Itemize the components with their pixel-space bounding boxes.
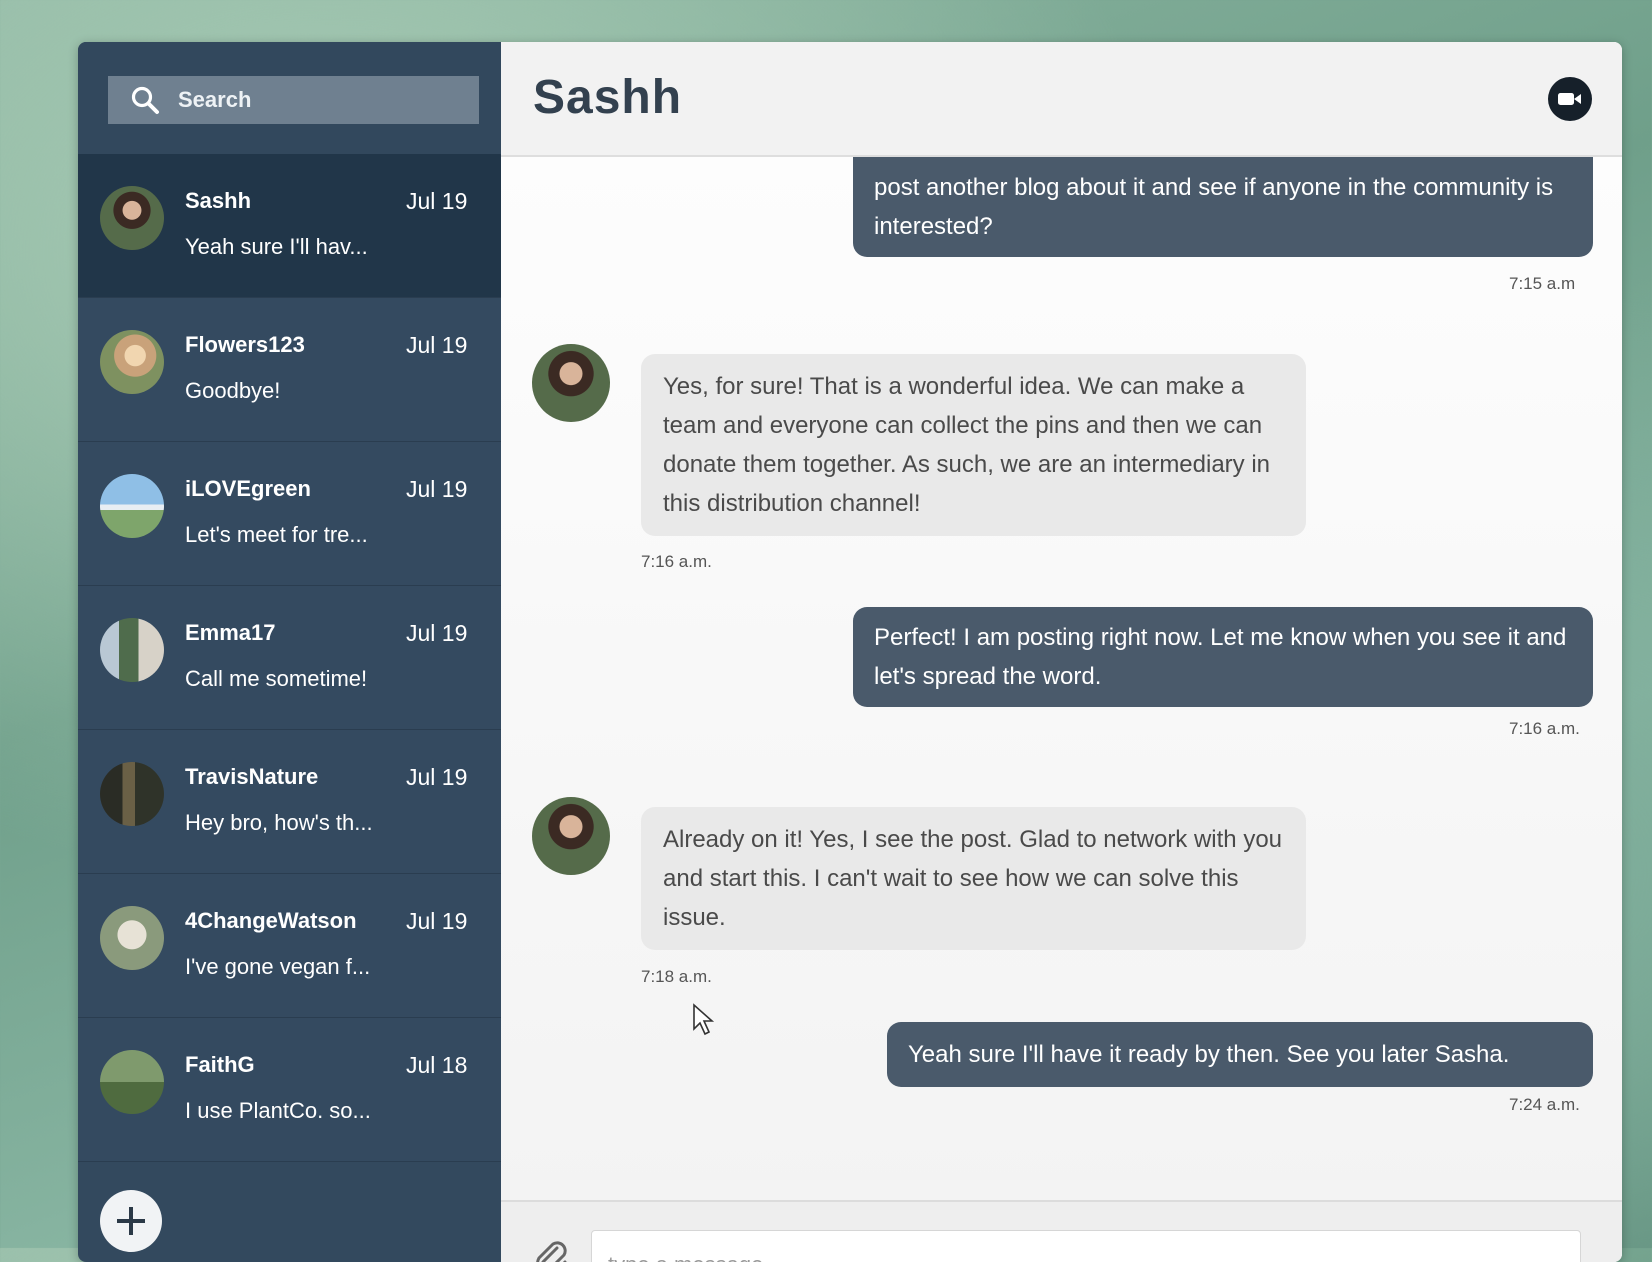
- conversation-name: Emma17: [185, 620, 276, 645]
- message-text: Already on it! Yes, I see the post. Glad…: [663, 826, 1283, 931]
- outgoing-message: Yeah sure I'll have it ready by then. Se…: [887, 1022, 1593, 1087]
- conversation-date: Jul 19: [406, 908, 468, 934]
- outgoing-message: post another blog about it and see if an…: [853, 157, 1593, 257]
- message-timestamp: 7:15 a.m: [1509, 274, 1576, 293]
- message-timestamp: 7:24 a.m.: [1509, 1095, 1580, 1114]
- conversation-preview: Let's meet for tre...: [185, 522, 368, 547]
- conversation-date: Jul 19: [406, 476, 468, 502]
- incoming-message: Already on it! Yes, I see the post. Glad…: [641, 807, 1306, 950]
- conversation-preview: I've gone vegan f...: [185, 954, 371, 979]
- conversation-preview: Hey bro, how's th...: [185, 810, 373, 835]
- conversation-item-travisnature[interactable]: TravisNature Jul 19 Hey bro, how's th...: [78, 730, 501, 874]
- conversation-name: Flowers123: [185, 332, 305, 357]
- message-list: post another blog about it and see if an…: [501, 157, 1622, 1202]
- avatar: [100, 1050, 164, 1114]
- avatar: [100, 474, 164, 538]
- chat-title: Sashh: [533, 71, 683, 124]
- conversation-preview: I use PlantCo. so...: [185, 1098, 371, 1123]
- conversation-name: iLOVEgreen: [185, 476, 311, 501]
- contact-avatar: [532, 797, 610, 875]
- search-icon: [131, 86, 159, 114]
- video-call-button[interactable]: [1548, 77, 1592, 121]
- video-camera-icon: [1558, 93, 1581, 105]
- conversation-name: Sashh: [185, 188, 252, 213]
- conversation-date: Jul 19: [406, 332, 468, 358]
- conversation-name: FaithG: [185, 1052, 255, 1077]
- conversation-sidebar: Sashh Jul 19 Yeah sure I'll hav... Flowe…: [78, 42, 501, 1262]
- conversation-preview: Goodbye!: [185, 378, 281, 403]
- avatar: [100, 762, 164, 826]
- incoming-message: Yes, for sure! That is a wonderful idea.…: [641, 354, 1306, 536]
- conversation-item-ilovegreen[interactable]: iLOVEgreen Jul 19 Let's meet for tre...: [78, 442, 501, 586]
- conversation-name: 4ChangeWatson: [185, 908, 357, 933]
- conversation-item-emma17[interactable]: Emma17 Jul 19 Call me sometime!: [78, 586, 501, 730]
- paperclip-icon[interactable]: [527, 1234, 571, 1262]
- conversation-preview: Call me sometime!: [185, 666, 368, 691]
- message-timestamp: 7:16 a.m.: [641, 552, 712, 571]
- message-composer: [501, 1200, 1622, 1262]
- message-timestamp: 7:18 a.m.: [641, 967, 712, 986]
- search-area: [78, 42, 501, 154]
- avatar: [100, 618, 164, 682]
- chat-panel: Sashh post another blog about it and see…: [501, 42, 1622, 1262]
- message-text: Perfect! I am posting right now. Let me …: [874, 624, 1567, 690]
- conversation-item-4changewatson[interactable]: 4ChangeWatson Jul 19 I've gone vegan f..…: [78, 874, 501, 1018]
- conversation-date: Jul 19: [406, 764, 468, 790]
- conversation-item-sashh[interactable]: Sashh Jul 19 Yeah sure I'll hav...: [78, 154, 501, 298]
- avatar: [100, 906, 164, 970]
- message-input[interactable]: [591, 1230, 1581, 1262]
- contact-avatar: [532, 344, 610, 422]
- conversation-preview: Yeah sure I'll hav...: [185, 234, 368, 259]
- message-text: post another blog about it and see if an…: [874, 174, 1554, 240]
- conversation-date: Jul 19: [406, 188, 468, 214]
- conversation-name: TravisNature: [185, 764, 319, 789]
- conversation-date: Jul 18: [406, 1052, 468, 1078]
- search-input[interactable]: [176, 86, 460, 114]
- chat-header: Sashh: [501, 42, 1622, 157]
- message-text: Yes, for sure! That is a wonderful idea.…: [663, 373, 1271, 517]
- conversation-item-flowers123[interactable]: Flowers123 Jul 19 Goodbye!: [78, 298, 501, 442]
- plus-icon: [117, 1207, 145, 1235]
- conversation-date: Jul 19: [406, 620, 468, 646]
- messenger-app: Sashh Jul 19 Yeah sure I'll hav... Flowe…: [78, 42, 1622, 1262]
- conversation-item-faithg[interactable]: FaithG Jul 18 I use PlantCo. so...: [78, 1018, 501, 1162]
- avatar: [100, 330, 164, 394]
- avatar: [100, 186, 164, 250]
- outgoing-message: Perfect! I am posting right now. Let me …: [853, 607, 1593, 707]
- message-text: Yeah sure I'll have it ready by then. Se…: [908, 1041, 1510, 1068]
- new-conversation-button[interactable]: [100, 1190, 162, 1252]
- mouse-cursor-icon: [693, 1003, 715, 1036]
- message-timestamp: 7:16 a.m.: [1509, 719, 1580, 738]
- search-box[interactable]: [108, 76, 479, 124]
